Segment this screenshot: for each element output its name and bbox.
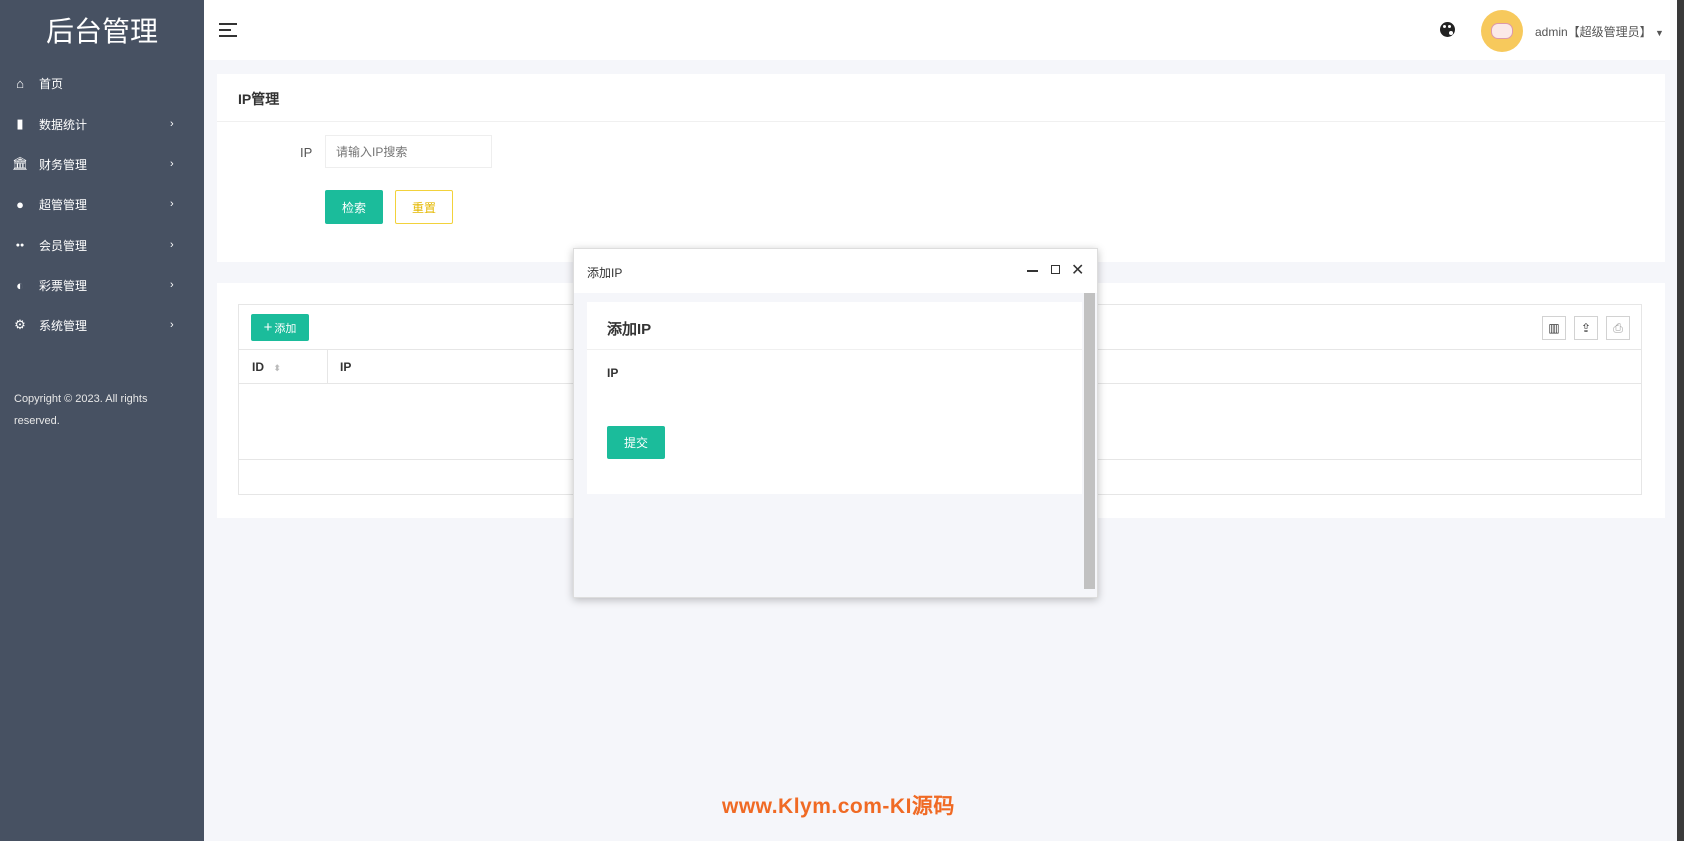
user-icon: ● bbox=[16, 196, 24, 212]
dialog-title: 添加IP bbox=[587, 266, 623, 280]
add-button[interactable]: + 添加 bbox=[251, 314, 309, 341]
divider bbox=[217, 121, 1665, 122]
column-label: ID bbox=[252, 360, 264, 374]
watermark: www.Klym.com-KI源码 bbox=[722, 795, 955, 818]
sidebar: 后台管理 ⌂ 首页 ▮ 数据统计 › 🏛 财务管理 › ● 超管管理 › ●● 会员管理 › ◐ 彩票管理 › ⚙… bbox=[0, 0, 204, 841]
sidebar-item-1[interactable]: ▮ 数据统计 › bbox=[0, 104, 204, 144]
chevron-right-icon: › bbox=[170, 118, 174, 130]
column-header-ip[interactable]: IP bbox=[340, 360, 351, 374]
submit-button[interactable]: 提交 bbox=[607, 426, 665, 459]
sort-icon[interactable]: ⬍ bbox=[273, 363, 281, 373]
bar-chart-icon: ▮ bbox=[16, 116, 24, 131]
sidebar-item-label: 超管管理 bbox=[39, 197, 88, 212]
bank-icon: 🏛 bbox=[12, 156, 29, 171]
reset-button[interactable]: 重置 bbox=[395, 190, 453, 224]
caret-down-icon: ▼ bbox=[1655, 28, 1664, 38]
sidebar-item-5[interactable]: ◐ 彩票管理 › bbox=[0, 265, 204, 305]
gamepad-icon: ◐ bbox=[16, 277, 24, 293]
sidebar-item-label: 首页 bbox=[39, 76, 64, 91]
page-title: IP管理 bbox=[238, 91, 280, 107]
sidebar-item-4[interactable]: ●● 会员管理 › bbox=[0, 225, 204, 265]
export-icon[interactable]: ⇪ bbox=[1574, 316, 1598, 340]
chevron-right-icon: › bbox=[170, 198, 174, 210]
dialog-form-card: 添加IP IP 提交 bbox=[587, 302, 1082, 494]
ip-field-label: IP bbox=[607, 366, 619, 380]
search-panel: IP管理 IP 检索 重置 bbox=[217, 74, 1665, 262]
divider bbox=[587, 349, 1082, 350]
columns-filter-icon[interactable]: ▥ bbox=[1542, 316, 1566, 340]
sidebar-item-label: 彩票管理 bbox=[39, 278, 88, 293]
avatar[interactable] bbox=[1481, 10, 1523, 52]
add-label: 添加 bbox=[274, 322, 297, 335]
sidebar-item-3[interactable]: ● 超管管理 › bbox=[0, 184, 204, 224]
maximize-icon[interactable] bbox=[1051, 265, 1060, 274]
column-divider bbox=[327, 350, 328, 384]
home-icon: ⌂ bbox=[16, 75, 24, 91]
users-icon: ●● bbox=[15, 241, 25, 249]
chevron-right-icon: › bbox=[170, 239, 174, 251]
chevron-right-icon: › bbox=[170, 319, 174, 331]
palette-icon[interactable] bbox=[1440, 22, 1455, 37]
copyright: Copyright © 2023. All rights reserved. bbox=[14, 393, 148, 427]
add-ip-dialog: 添加IP ✕ 添加IP IP 提交 bbox=[573, 248, 1098, 598]
search-button[interactable]: 检索 bbox=[325, 190, 383, 224]
plus-icon: + bbox=[263, 319, 273, 336]
ip-search-input[interactable] bbox=[325, 135, 492, 168]
app-logo: 后台管理 bbox=[45, 16, 158, 47]
print-icon[interactable]: ⎙ bbox=[1606, 316, 1630, 340]
chevron-right-icon: › bbox=[170, 279, 174, 291]
dialog-titlebar[interactable]: 添加IP ✕ bbox=[574, 249, 1097, 293]
dialog-scrollbar[interactable] bbox=[1084, 293, 1095, 589]
user-name: admin【超级管理员】 bbox=[1535, 25, 1652, 39]
form-heading: 添加IP bbox=[607, 321, 652, 338]
user-menu[interactable]: admin【超级管理员】 ▼ bbox=[1535, 23, 1664, 40]
gear-icon: ⚙ bbox=[14, 317, 26, 332]
chevron-right-icon: › bbox=[170, 158, 174, 170]
sidebar-item-label: 系统管理 bbox=[39, 318, 88, 333]
sidebar-item-2[interactable]: 🏛 财务管理 › bbox=[0, 144, 204, 184]
close-icon[interactable]: ✕ bbox=[1071, 260, 1084, 280]
minimize-icon[interactable] bbox=[1027, 270, 1038, 272]
sidebar-item-label: 财务管理 bbox=[39, 157, 88, 172]
sidebar-item-6[interactable]: ⚙ 系统管理 › bbox=[0, 305, 204, 345]
ip-label: IP bbox=[300, 145, 313, 160]
menu-toggle-icon[interactable] bbox=[219, 23, 237, 37]
column-header-id[interactable]: ID ⬍ bbox=[252, 360, 281, 374]
top-header: admin【超级管理员】 ▼ bbox=[204, 0, 1677, 60]
sidebar-item-0[interactable]: ⌂ 首页 bbox=[0, 63, 204, 103]
window-edge bbox=[1677, 0, 1684, 841]
sidebar-item-label: 会员管理 bbox=[39, 238, 88, 253]
sidebar-item-label: 数据统计 bbox=[39, 117, 88, 132]
